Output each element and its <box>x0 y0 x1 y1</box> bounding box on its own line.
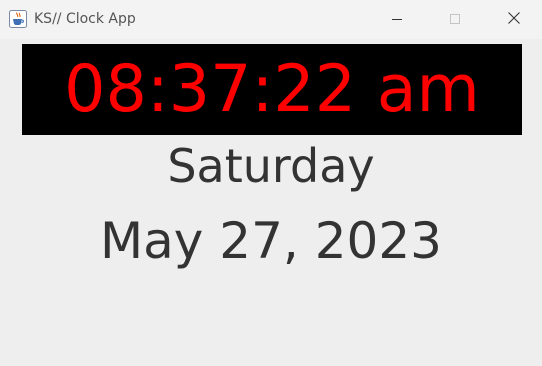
time-display: 08:37:22 am <box>22 44 522 135</box>
minimize-icon <box>391 10 403 29</box>
maximize-icon <box>449 10 461 29</box>
date-label: May 27, 2023 <box>100 212 442 270</box>
minimize-button[interactable] <box>374 0 420 39</box>
maximize-button[interactable] <box>432 0 478 39</box>
close-icon <box>507 10 521 29</box>
close-button[interactable] <box>491 0 537 39</box>
window-title: KS// Clock App <box>34 11 136 27</box>
title-bar[interactable]: KS// Clock App <box>0 0 542 39</box>
day-label: Saturday <box>167 139 375 193</box>
clock-app-window: KS// Clock App 08:37:22 am Saturday May … <box>0 0 542 366</box>
java-cup-icon[interactable] <box>9 10 27 28</box>
